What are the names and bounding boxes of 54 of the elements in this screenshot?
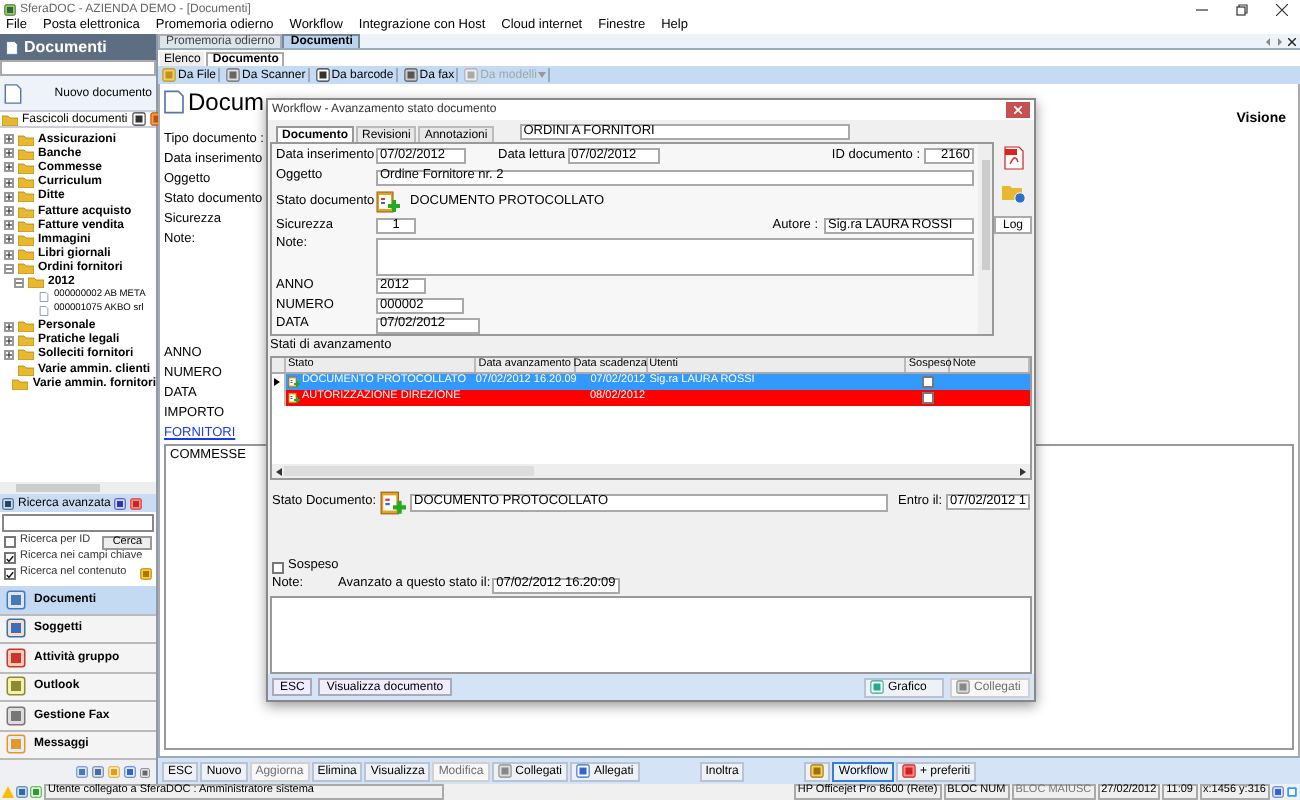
pdf-icon[interactable] <box>1003 146 1023 170</box>
restore-icon[interactable] <box>1236 3 1248 15</box>
app-icon <box>4 3 16 15</box>
page-heading: Docum <box>188 90 265 114</box>
note-field[interactable] <box>376 237 974 276</box>
clipboard-plus-icon <box>287 376 300 388</box>
checkbox[interactable] <box>922 376 935 388</box>
checkbox[interactable] <box>4 536 16 548</box>
checkbox[interactable] <box>272 561 284 573</box>
expand-toggle[interactable] <box>4 148 14 159</box>
close-icon[interactable] <box>1276 3 1288 15</box>
clipboard-button[interactable] <box>804 761 831 781</box>
module-icon <box>6 647 26 668</box>
close-icon <box>1014 106 1022 114</box>
expand-toggle[interactable] <box>4 349 14 360</box>
expand-toggle[interactable] <box>14 277 24 288</box>
minimize-icon[interactable] <box>1196 3 1208 15</box>
expand-toggle[interactable] <box>4 249 14 260</box>
expand-toggle[interactable] <box>4 162 14 173</box>
expand-toggle[interactable] <box>4 177 14 188</box>
expand-toggle[interactable] <box>4 321 14 332</box>
checkbox[interactable] <box>4 568 16 580</box>
folder-clock-icon[interactable] <box>1001 182 1025 204</box>
checkbox[interactable] <box>922 392 935 404</box>
expand-toggle[interactable] <box>4 134 14 145</box>
checkbox[interactable] <box>4 552 16 564</box>
module-icon <box>6 618 26 639</box>
vertical-scrollbar[interactable] <box>978 144 992 334</box>
sidebar-title: Documenti <box>24 39 107 55</box>
module-icon <box>6 734 26 755</box>
module-icon <box>6 589 26 610</box>
note-field[interactable] <box>270 596 1032 674</box>
horizontal-scrollbar[interactable] <box>0 482 156 494</box>
horizontal-scrollbar[interactable] <box>272 464 1030 478</box>
input-field[interactable] <box>0 60 156 76</box>
clipboard-plus-icon <box>287 392 300 404</box>
clipboard-plus-icon <box>380 489 407 515</box>
module-icon <box>6 676 26 697</box>
caret-icon <box>538 72 547 78</box>
row-pointer-icon <box>274 378 281 386</box>
new-document-icon <box>4 83 22 103</box>
expand-toggle[interactable] <box>4 191 14 202</box>
clipboard-plus-icon <box>376 189 400 214</box>
document-icon <box>6 39 18 55</box>
module-icon <box>6 705 26 726</box>
expand-toggle[interactable] <box>4 234 14 245</box>
close-button[interactable] <box>1006 102 1030 118</box>
expand-toggle[interactable] <box>4 263 14 274</box>
expand-toggle[interactable] <box>4 335 14 346</box>
scroll-right-icon[interactable] <box>1020 467 1026 475</box>
expand-toggle[interactable] <box>4 206 14 217</box>
close-icon[interactable] <box>1288 37 1296 45</box>
search-field[interactable] <box>2 514 154 532</box>
expand-toggle[interactable] <box>4 220 14 231</box>
